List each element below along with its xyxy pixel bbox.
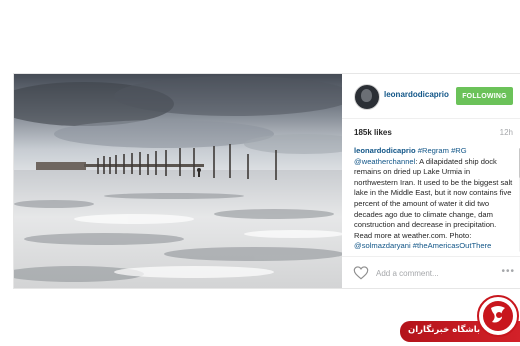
caption-photo-credit[interactable]: @solmazdaryani: [354, 241, 411, 250]
post-age: 12h: [499, 128, 513, 137]
post-photo[interactable]: [14, 74, 342, 288]
caption-username[interactable]: leonardodicaprio: [354, 146, 416, 155]
instagram-post: leonardodicaprio FOLLOWING 185k likes 12…: [13, 73, 520, 289]
watermark-text: باشگاه خبرنگاران: [408, 325, 481, 335]
news-agency-logo-icon: [477, 295, 519, 337]
post-caption: leonardodicaprio #Regram #RG @weathercha…: [354, 146, 514, 252]
heart-outline-icon[interactable]: [353, 266, 369, 280]
post-header: leonardodicaprio FOLLOWING: [342, 74, 520, 119]
post-footer: •••: [342, 256, 520, 289]
lake-urmia-photo: [14, 74, 342, 288]
caption-mention[interactable]: @weatherchannel: [354, 157, 415, 166]
add-comment-input[interactable]: [376, 266, 496, 280]
likes-count[interactable]: 185k likes: [354, 128, 392, 137]
following-button[interactable]: FOLLOWING: [456, 87, 513, 105]
more-options-icon[interactable]: •••: [501, 266, 515, 277]
caption-trailing-tag[interactable]: #theAmericasOutThere: [413, 241, 492, 250]
caption-text: : A dilapidated ship dock remains on dri…: [354, 156, 513, 240]
post-sidebar: leonardodicaprio FOLLOWING 185k likes 12…: [342, 74, 520, 288]
profile-avatar[interactable]: [354, 84, 380, 110]
post-username[interactable]: leonardodicaprio: [384, 90, 449, 99]
caption-hashtags[interactable]: #Regram #RG: [418, 146, 467, 155]
news-agency-watermark: باشگاه خبرنگاران: [400, 294, 520, 346]
